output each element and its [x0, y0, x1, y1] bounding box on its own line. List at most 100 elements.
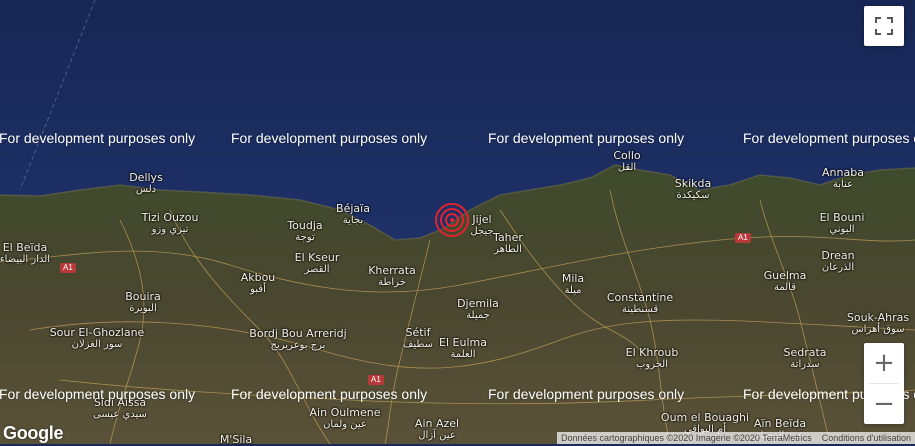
place-name: El Bouni: [819, 211, 865, 224]
place-label: Kherrata خراطة: [368, 265, 416, 289]
place-name: Sour El-Ghozlane: [49, 326, 145, 339]
watermark-text: For development purposes only: [0, 386, 196, 402]
road-shield-a1: A1: [368, 375, 384, 385]
google-logo[interactable]: Google: [3, 423, 64, 444]
place-label: Ain Oulmene عين ولمان: [310, 407, 381, 431]
place-name-arabic: سطيف: [403, 339, 433, 350]
place-name-arabic: أقبو: [250, 284, 266, 295]
place-label: Dellys دلس: [129, 172, 163, 196]
place-name-arabic: قالمة: [773, 282, 797, 293]
map-attribution: Données cartographiques ©2020 Imagerie ©…: [556, 432, 915, 444]
place-name-arabic: جيجل: [470, 226, 494, 237]
place-label: El Khroub الخروب: [626, 347, 679, 371]
place-label: Guelma قالمة: [764, 270, 807, 294]
place-name: El Beïda: [2, 241, 48, 254]
place-name: Mila: [561, 272, 585, 285]
zoom-in-button[interactable]: +: [864, 343, 904, 383]
place-label: M'Sila: [220, 434, 252, 446]
watermark-text: For development purposes only: [488, 130, 685, 146]
place-label: Collo القل: [613, 150, 640, 174]
place-name: Ain Azel: [414, 417, 460, 430]
road-shield-a1: A1: [735, 233, 751, 243]
place-label: El Bouni البوني: [820, 212, 865, 236]
place-name: Drean: [821, 249, 855, 262]
place-label: Annaba عنابة: [822, 167, 864, 191]
place-name-arabic: القصر: [304, 264, 330, 275]
zoom-control: + −: [864, 343, 904, 424]
place-label: El Beïda الدار البيضاء: [0, 242, 50, 266]
place-name-arabic: سوق أهراس: [851, 324, 905, 335]
terms-link[interactable]: Conditions d'utilisation: [822, 432, 911, 444]
place-label: Mila ميلة: [562, 273, 584, 297]
place-name-arabic: سكيكدة: [676, 190, 710, 201]
earthquake-marker[interactable]: [434, 202, 470, 238]
place-label: Sour El-Ghozlane سور الغزلان: [50, 327, 145, 351]
place-name: Constantine: [606, 291, 674, 304]
fullscreen-button[interactable]: [864, 6, 904, 46]
place-name-arabic: بجاية: [342, 215, 364, 226]
place-label: Drean الذرعان: [821, 250, 854, 274]
place-name: Ain Oulmene: [309, 406, 381, 419]
place-name: Sétif: [405, 326, 431, 339]
place-label: Sétif سطيف: [403, 327, 433, 351]
place-label: Djemila جميلة: [457, 298, 499, 322]
zoom-out-button[interactable]: −: [864, 384, 904, 424]
place-name: El Kseur: [294, 251, 340, 264]
place-label: Constantine قسنطينة: [607, 292, 673, 316]
place-name: Jijel: [472, 213, 492, 226]
place-label: Bouira البويرة: [125, 291, 161, 315]
place-name-arabic: سيدي عيسى: [93, 409, 147, 420]
place-name: Béjaïa: [336, 202, 370, 215]
place-name-arabic: خراطة: [378, 277, 406, 288]
place-name: Bordj Bou Arreridj: [249, 327, 347, 340]
place-label: Bordj Bou Arreridj برج بوعريريج: [249, 328, 346, 352]
place-label: El Eulma العلمة: [439, 337, 487, 361]
place-name: Aïn Beïda: [753, 417, 807, 430]
place-name-arabic: تيزي وزو: [151, 224, 189, 235]
place-name: Dellys: [129, 171, 163, 184]
place-label: Akbou أقبو: [241, 272, 276, 296]
place-label: Sedrata سدراتة: [783, 347, 826, 371]
watermark-text: For development purposes only: [231, 130, 428, 146]
place-name-arabic: الدار البيضاء: [0, 254, 51, 265]
place-name-arabic: سدراتة: [790, 359, 820, 370]
place-name: Annaba: [822, 166, 864, 179]
place-label: Béjaïa بجاية: [336, 203, 370, 227]
place-label: Taher الطاهر: [493, 232, 523, 256]
place-name-arabic: الطاهر: [494, 244, 522, 255]
watermark-text: For development purposes only: [743, 130, 915, 146]
place-name-arabic: سور الغزلان: [71, 339, 123, 350]
place-name-arabic: ميلة: [564, 285, 582, 296]
place-label: El Kseur القصر: [295, 252, 340, 276]
place-name-arabic: توجة: [295, 232, 315, 243]
place-label: Jijel جيجل: [470, 214, 493, 238]
place-name: Sedrata: [783, 346, 827, 359]
place-name: Skikda: [674, 177, 712, 190]
marker-center: [450, 218, 454, 222]
place-label: Toudja توجة: [287, 220, 322, 244]
place-name-arabic: البوني: [829, 224, 855, 235]
place-name-arabic: عنابة: [832, 179, 854, 190]
place-name: Toudja: [287, 219, 323, 232]
place-name: El Khroub: [625, 346, 679, 359]
place-name: Bouira: [125, 290, 161, 303]
place-name: Guelma: [763, 269, 807, 282]
place-name-arabic: العلمة: [450, 349, 476, 360]
place-name: Souk-Ahras: [846, 311, 910, 324]
place-name-arabic: عين آزال: [418, 430, 456, 441]
watermark-text: For development purposes only: [0, 130, 196, 146]
place-name-arabic: دلس: [135, 184, 157, 195]
place-label: Souk-Ahras سوق أهراس: [847, 312, 909, 336]
place-name: Djemila: [457, 297, 499, 310]
place-label: Tizi Ouzou تيزي وزو: [142, 212, 199, 236]
place-name-arabic: قسنطينة: [621, 304, 659, 315]
watermark-text: For development purposes only: [488, 386, 685, 402]
place-name: Akbou: [240, 271, 276, 284]
place-name-arabic: القل: [617, 162, 637, 173]
place-label: Ain Azel عين آزال: [415, 418, 459, 442]
place-name-arabic: الخروب: [635, 359, 669, 370]
place-name: Oum el Bouaghi: [660, 411, 750, 424]
place-name-arabic: البويرة: [129, 303, 157, 314]
place-name-arabic: برج بوعريريج: [270, 340, 326, 351]
place-name: Taher: [493, 231, 523, 244]
